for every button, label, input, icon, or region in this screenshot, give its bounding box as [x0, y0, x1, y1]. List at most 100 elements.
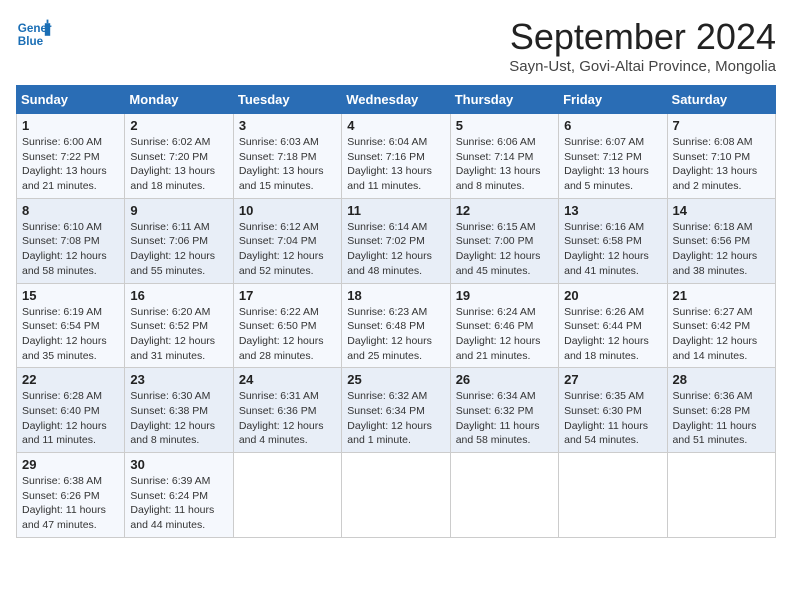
calendar-cell: 30 Sunrise: 6:39 AM Sunset: 6:24 PM Dayl… [125, 453, 233, 538]
header: General Blue September 2024 Sayn-Ust, Go… [16, 16, 776, 75]
calendar-cell: 26 Sunrise: 6:34 AM Sunset: 6:32 PM Dayl… [450, 368, 558, 453]
calendar-cell [559, 453, 667, 538]
week-row-5: 29 Sunrise: 6:38 AM Sunset: 6:26 PM Dayl… [17, 453, 776, 538]
calendar-cell: 1 Sunrise: 6:00 AM Sunset: 7:22 PM Dayli… [17, 114, 125, 199]
calendar-cell: 15 Sunrise: 6:19 AM Sunset: 6:54 PM Dayl… [17, 283, 125, 368]
calendar-cell: 6 Sunrise: 6:07 AM Sunset: 7:12 PM Dayli… [559, 114, 667, 199]
day-info: Sunrise: 6:39 AM Sunset: 6:24 PM Dayligh… [130, 474, 227, 533]
calendar-cell: 23 Sunrise: 6:30 AM Sunset: 6:38 PM Dayl… [125, 368, 233, 453]
day-info: Sunrise: 6:26 AM Sunset: 6:44 PM Dayligh… [564, 305, 661, 364]
calendar-cell: 29 Sunrise: 6:38 AM Sunset: 6:26 PM Dayl… [17, 453, 125, 538]
day-number: 3 [239, 118, 336, 133]
day-number: 2 [130, 118, 227, 133]
day-info: Sunrise: 6:11 AM Sunset: 7:06 PM Dayligh… [130, 220, 227, 279]
day-number: 1 [22, 118, 119, 133]
day-number: 16 [130, 288, 227, 303]
day-info: Sunrise: 6:02 AM Sunset: 7:20 PM Dayligh… [130, 135, 227, 194]
day-number: 24 [239, 372, 336, 387]
day-info: Sunrise: 6:18 AM Sunset: 6:56 PM Dayligh… [673, 220, 770, 279]
title-area: September 2024 Sayn-Ust, Govi-Altai Prov… [509, 16, 776, 75]
calendar-cell: 19 Sunrise: 6:24 AM Sunset: 6:46 PM Dayl… [450, 283, 558, 368]
calendar-cell [342, 453, 450, 538]
subtitle: Sayn-Ust, Govi-Altai Province, Mongolia [509, 58, 776, 75]
calendar-cell [667, 453, 775, 538]
day-number: 17 [239, 288, 336, 303]
calendar-cell: 2 Sunrise: 6:02 AM Sunset: 7:20 PM Dayli… [125, 114, 233, 199]
day-number: 10 [239, 203, 336, 218]
week-row-4: 22 Sunrise: 6:28 AM Sunset: 6:40 PM Dayl… [17, 368, 776, 453]
day-info: Sunrise: 6:23 AM Sunset: 6:48 PM Dayligh… [347, 305, 444, 364]
day-info: Sunrise: 6:30 AM Sunset: 6:38 PM Dayligh… [130, 389, 227, 448]
calendar-cell: 13 Sunrise: 6:16 AM Sunset: 6:58 PM Dayl… [559, 198, 667, 283]
day-info: Sunrise: 6:34 AM Sunset: 6:32 PM Dayligh… [456, 389, 553, 448]
day-number: 13 [564, 203, 661, 218]
calendar-cell: 11 Sunrise: 6:14 AM Sunset: 7:02 PM Dayl… [342, 198, 450, 283]
day-info: Sunrise: 6:00 AM Sunset: 7:22 PM Dayligh… [22, 135, 119, 194]
logo-icon: General Blue [16, 16, 52, 52]
header-row: SundayMondayTuesdayWednesdayThursdayFrid… [17, 86, 776, 114]
header-day-sunday: Sunday [17, 86, 125, 114]
day-info: Sunrise: 6:08 AM Sunset: 7:10 PM Dayligh… [673, 135, 770, 194]
day-info: Sunrise: 6:10 AM Sunset: 7:08 PM Dayligh… [22, 220, 119, 279]
calendar-cell: 10 Sunrise: 6:12 AM Sunset: 7:04 PM Dayl… [233, 198, 341, 283]
calendar-cell: 3 Sunrise: 6:03 AM Sunset: 7:18 PM Dayli… [233, 114, 341, 199]
day-info: Sunrise: 6:36 AM Sunset: 6:28 PM Dayligh… [673, 389, 770, 448]
header-day-monday: Monday [125, 86, 233, 114]
header-day-tuesday: Tuesday [233, 86, 341, 114]
day-info: Sunrise: 6:27 AM Sunset: 6:42 PM Dayligh… [673, 305, 770, 364]
day-number: 20 [564, 288, 661, 303]
calendar-cell: 18 Sunrise: 6:23 AM Sunset: 6:48 PM Dayl… [342, 283, 450, 368]
calendar-cell: 28 Sunrise: 6:36 AM Sunset: 6:28 PM Dayl… [667, 368, 775, 453]
day-info: Sunrise: 6:15 AM Sunset: 7:00 PM Dayligh… [456, 220, 553, 279]
calendar-cell: 7 Sunrise: 6:08 AM Sunset: 7:10 PM Dayli… [667, 114, 775, 199]
day-number: 30 [130, 457, 227, 472]
week-row-3: 15 Sunrise: 6:19 AM Sunset: 6:54 PM Dayl… [17, 283, 776, 368]
day-number: 7 [673, 118, 770, 133]
day-number: 26 [456, 372, 553, 387]
day-info: Sunrise: 6:20 AM Sunset: 6:52 PM Dayligh… [130, 305, 227, 364]
logo: General Blue [16, 16, 52, 52]
calendar-cell: 17 Sunrise: 6:22 AM Sunset: 6:50 PM Dayl… [233, 283, 341, 368]
day-info: Sunrise: 6:12 AM Sunset: 7:04 PM Dayligh… [239, 220, 336, 279]
day-number: 25 [347, 372, 444, 387]
calendar-cell: 21 Sunrise: 6:27 AM Sunset: 6:42 PM Dayl… [667, 283, 775, 368]
calendar-cell: 4 Sunrise: 6:04 AM Sunset: 7:16 PM Dayli… [342, 114, 450, 199]
day-number: 21 [673, 288, 770, 303]
calendar-cell: 16 Sunrise: 6:20 AM Sunset: 6:52 PM Dayl… [125, 283, 233, 368]
calendar-table: SundayMondayTuesdayWednesdayThursdayFrid… [16, 85, 776, 538]
day-info: Sunrise: 6:28 AM Sunset: 6:40 PM Dayligh… [22, 389, 119, 448]
day-number: 23 [130, 372, 227, 387]
day-number: 11 [347, 203, 444, 218]
day-number: 19 [456, 288, 553, 303]
calendar-cell: 22 Sunrise: 6:28 AM Sunset: 6:40 PM Dayl… [17, 368, 125, 453]
calendar-cell: 14 Sunrise: 6:18 AM Sunset: 6:56 PM Dayl… [667, 198, 775, 283]
day-number: 18 [347, 288, 444, 303]
day-number: 4 [347, 118, 444, 133]
day-info: Sunrise: 6:22 AM Sunset: 6:50 PM Dayligh… [239, 305, 336, 364]
day-number: 15 [22, 288, 119, 303]
calendar-cell [233, 453, 341, 538]
day-number: 22 [22, 372, 119, 387]
day-info: Sunrise: 6:38 AM Sunset: 6:26 PM Dayligh… [22, 474, 119, 533]
week-row-2: 8 Sunrise: 6:10 AM Sunset: 7:08 PM Dayli… [17, 198, 776, 283]
day-number: 5 [456, 118, 553, 133]
month-title: September 2024 [509, 16, 776, 58]
calendar-cell: 24 Sunrise: 6:31 AM Sunset: 6:36 PM Dayl… [233, 368, 341, 453]
day-info: Sunrise: 6:35 AM Sunset: 6:30 PM Dayligh… [564, 389, 661, 448]
day-info: Sunrise: 6:31 AM Sunset: 6:36 PM Dayligh… [239, 389, 336, 448]
header-day-wednesday: Wednesday [342, 86, 450, 114]
calendar-cell: 8 Sunrise: 6:10 AM Sunset: 7:08 PM Dayli… [17, 198, 125, 283]
day-number: 28 [673, 372, 770, 387]
day-number: 14 [673, 203, 770, 218]
header-day-saturday: Saturday [667, 86, 775, 114]
header-day-thursday: Thursday [450, 86, 558, 114]
day-info: Sunrise: 6:24 AM Sunset: 6:46 PM Dayligh… [456, 305, 553, 364]
svg-text:Blue: Blue [18, 35, 44, 48]
day-number: 27 [564, 372, 661, 387]
calendar-cell [450, 453, 558, 538]
day-info: Sunrise: 6:06 AM Sunset: 7:14 PM Dayligh… [456, 135, 553, 194]
calendar-cell: 5 Sunrise: 6:06 AM Sunset: 7:14 PM Dayli… [450, 114, 558, 199]
day-info: Sunrise: 6:32 AM Sunset: 6:34 PM Dayligh… [347, 389, 444, 448]
day-info: Sunrise: 6:14 AM Sunset: 7:02 PM Dayligh… [347, 220, 444, 279]
day-info: Sunrise: 6:07 AM Sunset: 7:12 PM Dayligh… [564, 135, 661, 194]
